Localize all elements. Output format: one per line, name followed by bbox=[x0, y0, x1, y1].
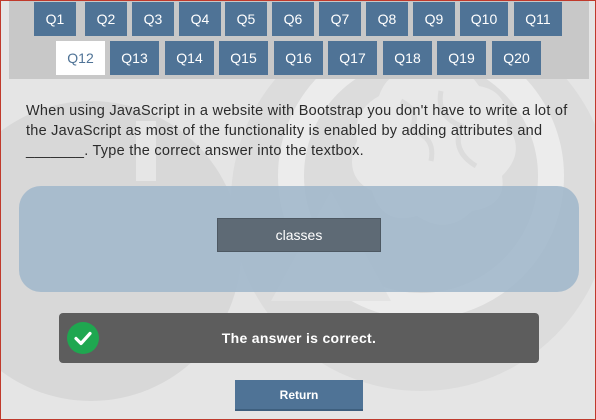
nav-q20-button[interactable]: Q20 bbox=[492, 41, 541, 75]
nav-q3-button[interactable]: Q3 bbox=[132, 2, 174, 36]
answer-input[interactable] bbox=[217, 218, 381, 252]
nav-q9-button[interactable]: Q9 bbox=[413, 2, 455, 36]
nav-q4-button[interactable]: Q4 bbox=[179, 2, 221, 36]
nav-q12-button[interactable]: Q12 bbox=[56, 41, 105, 75]
nav-q14-button[interactable]: Q14 bbox=[165, 41, 214, 75]
question-text: When using JavaScript in a website with … bbox=[26, 103, 568, 159]
nav-q1-button[interactable]: Q1 bbox=[34, 2, 76, 36]
nav-q8-button[interactable]: Q8 bbox=[366, 2, 408, 36]
nav-q2-button[interactable]: Q2 bbox=[85, 2, 127, 36]
nav-q13-button[interactable]: Q13 bbox=[110, 41, 159, 75]
quiz-window: Q1 Q2 Q3 Q4 Q5 Q6 Q7 Q8 Q9 Q10 Q11 Q12 Q… bbox=[0, 0, 596, 420]
feedback-text: The answer is correct. bbox=[221, 330, 377, 346]
return-button[interactable]: Return bbox=[235, 380, 363, 411]
nav-q16-button[interactable]: Q16 bbox=[274, 41, 323, 75]
nav-q11-button[interactable]: Q11 bbox=[514, 2, 562, 36]
nav-q15-button[interactable]: Q15 bbox=[219, 41, 268, 75]
feedback-banner: The answer is correct. bbox=[59, 313, 539, 363]
nav-q10-button[interactable]: Q10 bbox=[460, 2, 508, 36]
nav-q17-button[interactable]: Q17 bbox=[328, 41, 377, 75]
nav-q7-button[interactable]: Q7 bbox=[319, 2, 361, 36]
nav-q6-button[interactable]: Q6 bbox=[272, 2, 314, 36]
nav-q19-button[interactable]: Q19 bbox=[437, 41, 486, 75]
nav-q18-button[interactable]: Q18 bbox=[383, 41, 432, 75]
nav-q5-button[interactable]: Q5 bbox=[225, 2, 267, 36]
